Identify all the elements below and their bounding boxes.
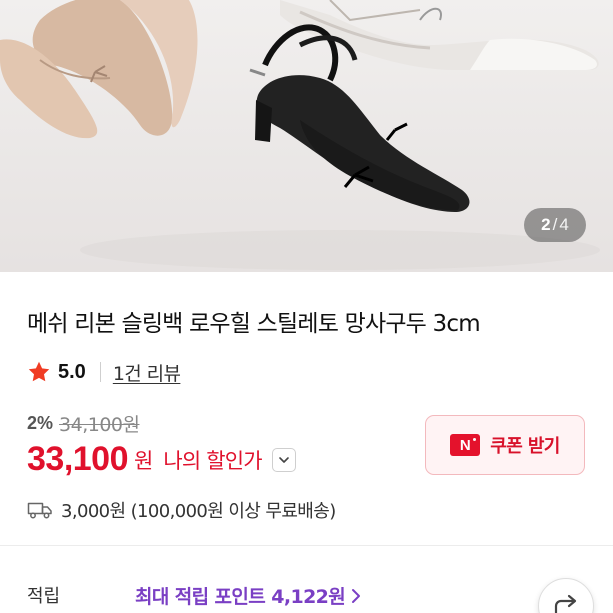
sale-currency: 원 [134,448,154,473]
rating-value: 5.0 [58,360,86,383]
coupon-button-label: 쿠폰 받기 [490,436,560,457]
star-icon [28,361,50,382]
rating-divider [99,362,101,382]
share-button[interactable] [538,578,594,613]
points-row: 적립 [27,582,60,608]
my-discount-label[interactable]: 나의 할인가 [163,445,262,475]
share-icon [554,594,577,613]
discount-rate: 2% [27,413,54,433]
product-photo [0,0,600,270]
sale-price: 33,100 [27,440,129,478]
product-title: 메쉬 리본 슬링백 로우힐 스틸레토 망사구두 3cm [27,311,481,337]
shipping-row: 3,000원 (100,000원 이상 무료배송) [27,497,336,523]
max-points-text: 최대 적립 포인트 4,122원 [135,586,346,608]
chevron-down-icon [279,456,289,463]
chevron-right-icon [352,588,361,603]
naver-badge: N [450,434,481,456]
current-page: 2 [541,215,551,234]
page-separator: / [552,215,558,234]
discount-row: 2% 34,100원 [27,410,140,437]
shipping-fee-text: 3,000원 (100,000원 이상 무료배송) [61,501,336,522]
sale-price-row: 33,100 원 나의 할인가 [27,440,296,479]
section-divider [0,545,613,546]
total-pages: 4 [559,215,569,234]
coupon-download-button[interactable]: N 쿠폰 받기 [425,415,585,475]
rating-row: 5.0 1건 리뷰 [27,358,181,386]
product-image-gallery[interactable]: 2 / 4 [0,0,613,272]
review-count-link[interactable]: 1건 리뷰 [113,359,181,386]
my-discount-toggle[interactable] [271,447,296,472]
original-price: 34,100원 [59,414,140,436]
truck-icon [27,502,52,519]
max-points-link[interactable]: 최대 적립 포인트 4,122원 [135,582,361,609]
gallery-page-indicator: 2 / 4 [524,208,586,242]
points-label: 적립 [27,586,61,607]
